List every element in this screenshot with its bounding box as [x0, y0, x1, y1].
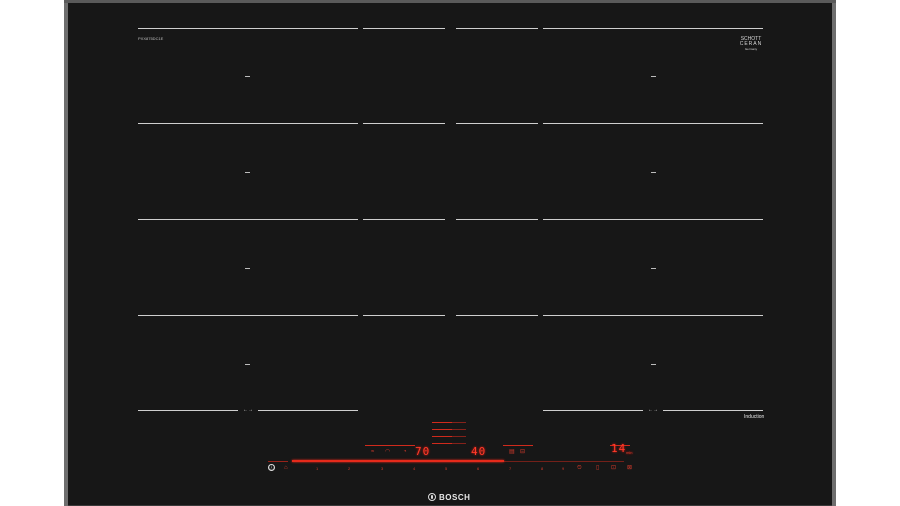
model-code: PXX875DC1E — [138, 36, 164, 41]
stopwatch-icon[interactable]: ⏲ — [577, 465, 582, 471]
flex-left-label: ←→ — [243, 407, 253, 413]
frame-right — [832, 0, 836, 506]
timer-display: 14 — [611, 442, 627, 455]
brand-line3: Germany — [744, 47, 758, 51]
bosch-logo: BOSCH — [428, 491, 470, 503]
key-5[interactable]: 5 — [445, 466, 447, 471]
flex-right-label: ←→ — [648, 407, 658, 413]
key-2[interactable]: 2 — [348, 466, 350, 471]
hood-icon[interactable]: ≈ — [371, 449, 374, 455]
left-level-display: 70 — [415, 445, 431, 458]
frame-left — [64, 0, 68, 506]
pan-icon[interactable]: ◠ — [385, 449, 390, 455]
key-7[interactable]: 7 — [509, 466, 511, 471]
lock-icon[interactable]: ⊠ — [627, 465, 632, 471]
schott-ceran-mark: SCHOTT CERAN Germany — [735, 37, 767, 52]
power-slider-fill[interactable] — [292, 460, 504, 462]
frame-top — [64, 0, 836, 3]
key-3[interactable]: 3 — [381, 466, 383, 471]
key-6[interactable]: 6 — [477, 466, 479, 471]
center-level-display: 40 — [471, 445, 487, 458]
timer-icon[interactable]: ◔ — [403, 449, 407, 455]
cooktop-surface — [64, 0, 836, 506]
key-1[interactable]: 1 — [316, 466, 318, 471]
wifi-icon[interactable]: ⊟ — [520, 449, 525, 455]
key-4[interactable]: 4 — [413, 466, 415, 471]
power-button[interactable]: ⓘ — [268, 464, 275, 471]
child-lock-icon[interactable]: ⌂ — [284, 465, 288, 471]
power-icon: ⓘ — [269, 465, 275, 471]
key-9[interactable]: 9 — [562, 466, 564, 471]
boost-icon[interactable]: ▤ — [509, 449, 515, 455]
clock-icon[interactable]: ▯ — [596, 465, 599, 471]
key-8[interactable]: 8 — [541, 466, 543, 471]
menu-icon[interactable]: ⊡ — [611, 465, 616, 471]
induction-label: Induction — [744, 414, 765, 420]
bosch-armature-icon — [428, 493, 436, 501]
logo-text: BOSCH — [439, 492, 471, 502]
power-slider-track[interactable] — [504, 461, 624, 462]
timer-unit: min — [626, 450, 633, 455]
